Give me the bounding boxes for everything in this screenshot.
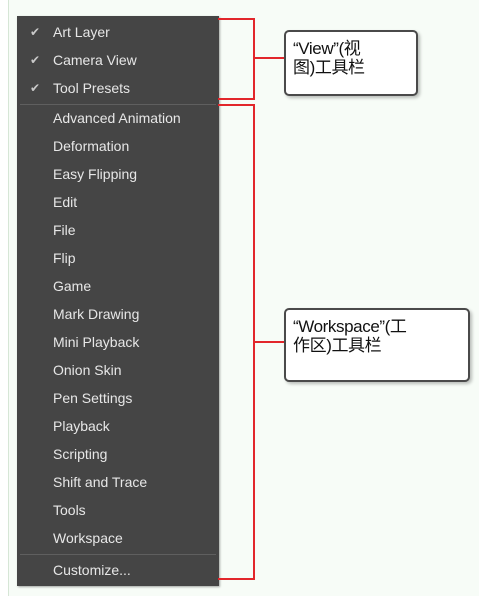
checkmark-icon: ✔ [29, 53, 41, 67]
menu-item-tools[interactable]: Tools [17, 496, 219, 524]
menu-item-advanced-animation[interactable]: Advanced Animation [17, 104, 219, 132]
menu-item-playback[interactable]: Playback [17, 412, 219, 440]
menu-item-scripting[interactable]: Scripting [17, 440, 219, 468]
workspace-bracket-connector [253, 341, 285, 343]
menu-item-label: Easy Flipping [53, 166, 138, 182]
menu-item-label: Mark Drawing [53, 306, 140, 322]
view-group-bracket [218, 18, 255, 100]
menu-item-label: Flip [53, 250, 76, 266]
checkmark-icon: ✔ [29, 25, 41, 39]
menu-item-easy-flipping[interactable]: Easy Flipping [17, 160, 219, 188]
menu-divider [20, 554, 216, 555]
menu-item-label: Workspace [53, 530, 123, 546]
menu-item-onion-skin[interactable]: Onion Skin [17, 356, 219, 384]
menu-item-mark-drawing[interactable]: Mark Drawing [17, 300, 219, 328]
menu-item-mini-playback[interactable]: Mini Playback [17, 328, 219, 356]
menu-item-workspace[interactable]: Workspace [17, 524, 219, 552]
toolbars-context-menu: ✔ Art Layer ✔ Camera View ✔ Tool Presets… [17, 16, 219, 586]
callout-text-line: “View”(视 [293, 39, 361, 58]
workspace-group-bracket [218, 104, 255, 580]
menu-item-game[interactable]: Game [17, 272, 219, 300]
menu-item-file[interactable]: File [17, 216, 219, 244]
menu-item-camera-view[interactable]: ✔ Camera View [17, 46, 219, 74]
callout-text-line: 图)工具栏 [293, 58, 365, 77]
menu-item-label: Deformation [53, 138, 130, 154]
menu-item-label: Tools [53, 502, 86, 518]
checkmark-icon: ✔ [29, 81, 41, 95]
callout-text-line: 作区)工具栏 [293, 336, 382, 355]
menu-item-label: Onion Skin [53, 362, 122, 378]
menu-item-label: Customize... [53, 562, 131, 578]
menu-item-customize[interactable]: Customize... [17, 556, 219, 584]
view-bracket-connector [253, 57, 285, 59]
menu-item-deformation[interactable]: Deformation [17, 132, 219, 160]
menu-item-edit[interactable]: Edit [17, 188, 219, 216]
view-toolbar-callout: “View”(视 图)工具栏 [284, 30, 418, 96]
menu-item-label: Shift and Trace [53, 474, 148, 490]
menu-item-label: Game [53, 278, 92, 294]
menu-item-label: Edit [53, 194, 78, 210]
menu-item-label: File [53, 222, 76, 238]
menu-item-label: Pen Settings [53, 390, 133, 406]
workspace-toolbar-callout: “Workspace”(工 作区)工具栏 [284, 308, 470, 382]
menu-item-label: Mini Playback [53, 334, 140, 350]
menu-item-pen-settings[interactable]: Pen Settings [17, 384, 219, 412]
menu-item-label: Camera View [53, 52, 137, 68]
menu-item-label: Scripting [53, 446, 108, 462]
menu-item-label: Playback [53, 418, 110, 434]
menu-item-label: Advanced Animation [53, 110, 181, 126]
menu-item-flip[interactable]: Flip [17, 244, 219, 272]
menu-item-label: Art Layer [53, 24, 110, 40]
menu-item-art-layer[interactable]: ✔ Art Layer [17, 18, 219, 46]
menu-item-label: Tool Presets [53, 80, 131, 96]
callout-text-line: “Workspace”(工 [293, 317, 407, 336]
menu-item-tool-presets[interactable]: ✔ Tool Presets [17, 74, 219, 102]
menu-item-shift-and-trace[interactable]: Shift and Trace [17, 468, 219, 496]
